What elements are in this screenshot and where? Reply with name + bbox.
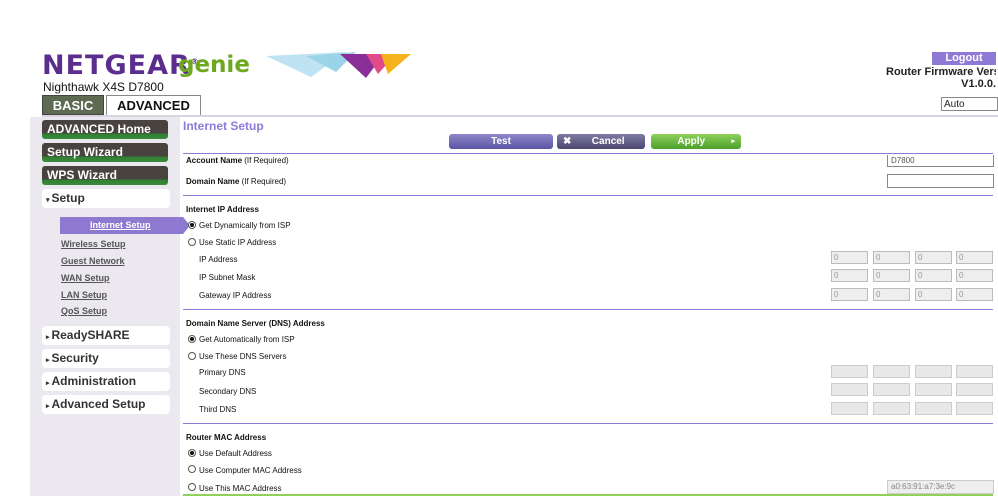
header-separator	[183, 153, 993, 154]
mask-octet-2[interactable]: 0	[873, 269, 910, 282]
mask-octet-1[interactable]: 0	[831, 269, 868, 282]
logout-button[interactable]: Logout	[932, 52, 996, 65]
sidebar-readyshare[interactable]: ▸ ReadySHARE	[42, 326, 170, 345]
section-divider	[183, 423, 993, 424]
mac-section-title: Router MAC Address	[186, 433, 267, 442]
radio-dynamic-ip-label: Get Dynamically from ISP	[199, 221, 291, 230]
third-dns-octet-2[interactable]	[873, 402, 910, 415]
radio-mac-this[interactable]	[188, 483, 196, 491]
sidebar: ADVANCED Home Setup Wizard WPS Wizard ▾ …	[30, 117, 190, 496]
radio-static-ip-label: Use Static IP Address	[199, 238, 277, 247]
gateway-octet-1[interactable]: 0	[831, 288, 868, 301]
tab-divider	[42, 115, 998, 117]
radio-dynamic-ip[interactable]	[188, 221, 196, 229]
tab-advanced[interactable]: ADVANCED	[106, 95, 201, 115]
radio-dns-auto-label: Get Automatically from ISP	[199, 335, 295, 344]
sidebar-advanced-home[interactable]: ADVANCED Home	[42, 120, 168, 139]
secondary-dns-octet-4[interactable]	[956, 383, 993, 396]
test-button[interactable]: Test	[449, 134, 553, 149]
apply-button[interactable]: Apply ▸	[651, 134, 741, 149]
page-title: Internet Setup	[183, 119, 264, 133]
domain-name-label: Domain Name (If Required)	[186, 177, 287, 186]
firmware-label: Router Firmware Versi	[886, 66, 996, 78]
mask-octet-3[interactable]: 0	[915, 269, 952, 282]
tab-basic[interactable]: BASIC	[42, 95, 104, 115]
sidebar-item-guest-network[interactable]: Guest Network	[61, 256, 125, 266]
radio-mac-this-label: Use This MAC Address	[199, 484, 282, 493]
primary-dns-label: Primary DNS	[199, 368, 246, 377]
primary-dns-octet-3[interactable]	[915, 365, 952, 378]
radio-mac-default[interactable]	[188, 449, 196, 457]
third-dns-label: Third DNS	[199, 405, 237, 414]
radio-mac-computer[interactable]	[188, 465, 196, 473]
gateway-octet-2[interactable]: 0	[873, 288, 910, 301]
ip-octet-3[interactable]: 0	[915, 251, 952, 264]
mask-octet-4[interactable]: 0	[956, 269, 993, 282]
genie-swoosh-graphic	[266, 52, 411, 78]
close-icon: ✖	[563, 136, 572, 147]
dns-section-title: Domain Name Server (DNS) Address	[186, 319, 325, 328]
gateway-label: Gateway IP Address	[199, 291, 272, 300]
sidebar-setup[interactable]: ▾ Setup	[42, 189, 170, 208]
sidebar-item-internet-setup[interactable]: Internet Setup	[60, 217, 183, 234]
third-dns-octet-3[interactable]	[915, 402, 952, 415]
language-select[interactable]: Auto	[941, 97, 998, 111]
ip-octet-1[interactable]: 0	[831, 251, 868, 264]
radio-dns-manual-label: Use These DNS Servers	[199, 352, 287, 361]
radio-dns-manual[interactable]	[188, 352, 196, 360]
account-name-label: Account Name (If Required)	[186, 156, 289, 165]
secondary-dns-octet-2[interactable]	[873, 383, 910, 396]
cancel-button[interactable]: ✖ Cancel	[557, 134, 645, 149]
router-model: Nighthawk X4S D7800	[43, 80, 164, 94]
firmware-version: V1.0.0.	[961, 78, 996, 90]
domain-name-input[interactable]	[887, 174, 994, 188]
arrow-right-icon: ▸	[731, 138, 735, 145]
section-divider	[183, 195, 993, 196]
sidebar-item-qos-setup[interactable]: QoS Setup	[61, 306, 107, 316]
sidebar-advanced-setup[interactable]: ▸ Advanced Setup	[42, 395, 170, 414]
ip-address-label: IP Address	[199, 255, 238, 264]
genie-logo: genie	[178, 52, 250, 78]
ip-octet-4[interactable]: 0	[956, 251, 993, 264]
primary-dns-octet-4[interactable]	[956, 365, 993, 378]
third-dns-octet-4[interactable]	[956, 402, 993, 415]
mac-address-input[interactable]: a0:63:91:a7:3e:9c	[887, 480, 994, 494]
sidebar-security[interactable]: ▸ Security	[42, 349, 170, 368]
ip-section-title: Internet IP Address	[186, 205, 259, 214]
radio-mac-computer-label: Use Computer MAC Address	[199, 466, 302, 475]
account-name-input[interactable]: D7800	[887, 155, 994, 167]
third-dns-octet-1[interactable]	[831, 402, 868, 415]
sidebar-item-wireless-setup[interactable]: Wireless Setup	[61, 239, 125, 249]
gateway-octet-3[interactable]: 0	[915, 288, 952, 301]
sidebar-item-wan-setup[interactable]: WAN Setup	[61, 273, 110, 283]
netgear-logo: NETGEAR®	[42, 50, 200, 81]
secondary-dns-octet-3[interactable]	[915, 383, 952, 396]
secondary-dns-octet-1[interactable]	[831, 383, 868, 396]
section-divider	[183, 309, 993, 310]
radio-mac-default-label: Use Default Address	[199, 449, 272, 458]
sidebar-wps-wizard[interactable]: WPS Wizard	[42, 166, 168, 185]
sidebar-administration[interactable]: ▸ Administration	[42, 372, 170, 391]
primary-dns-octet-2[interactable]	[873, 365, 910, 378]
radio-dns-auto[interactable]	[188, 335, 196, 343]
subnet-mask-label: IP Subnet Mask	[199, 273, 256, 282]
secondary-dns-label: Secondary DNS	[199, 387, 257, 396]
primary-dns-octet-1[interactable]	[831, 365, 868, 378]
sidebar-setup-wizard[interactable]: Setup Wizard	[42, 143, 168, 162]
radio-static-ip[interactable]	[188, 238, 196, 246]
gateway-octet-4[interactable]: 0	[956, 288, 993, 301]
ip-octet-2[interactable]: 0	[873, 251, 910, 264]
sidebar-item-lan-setup[interactable]: LAN Setup	[61, 290, 107, 300]
